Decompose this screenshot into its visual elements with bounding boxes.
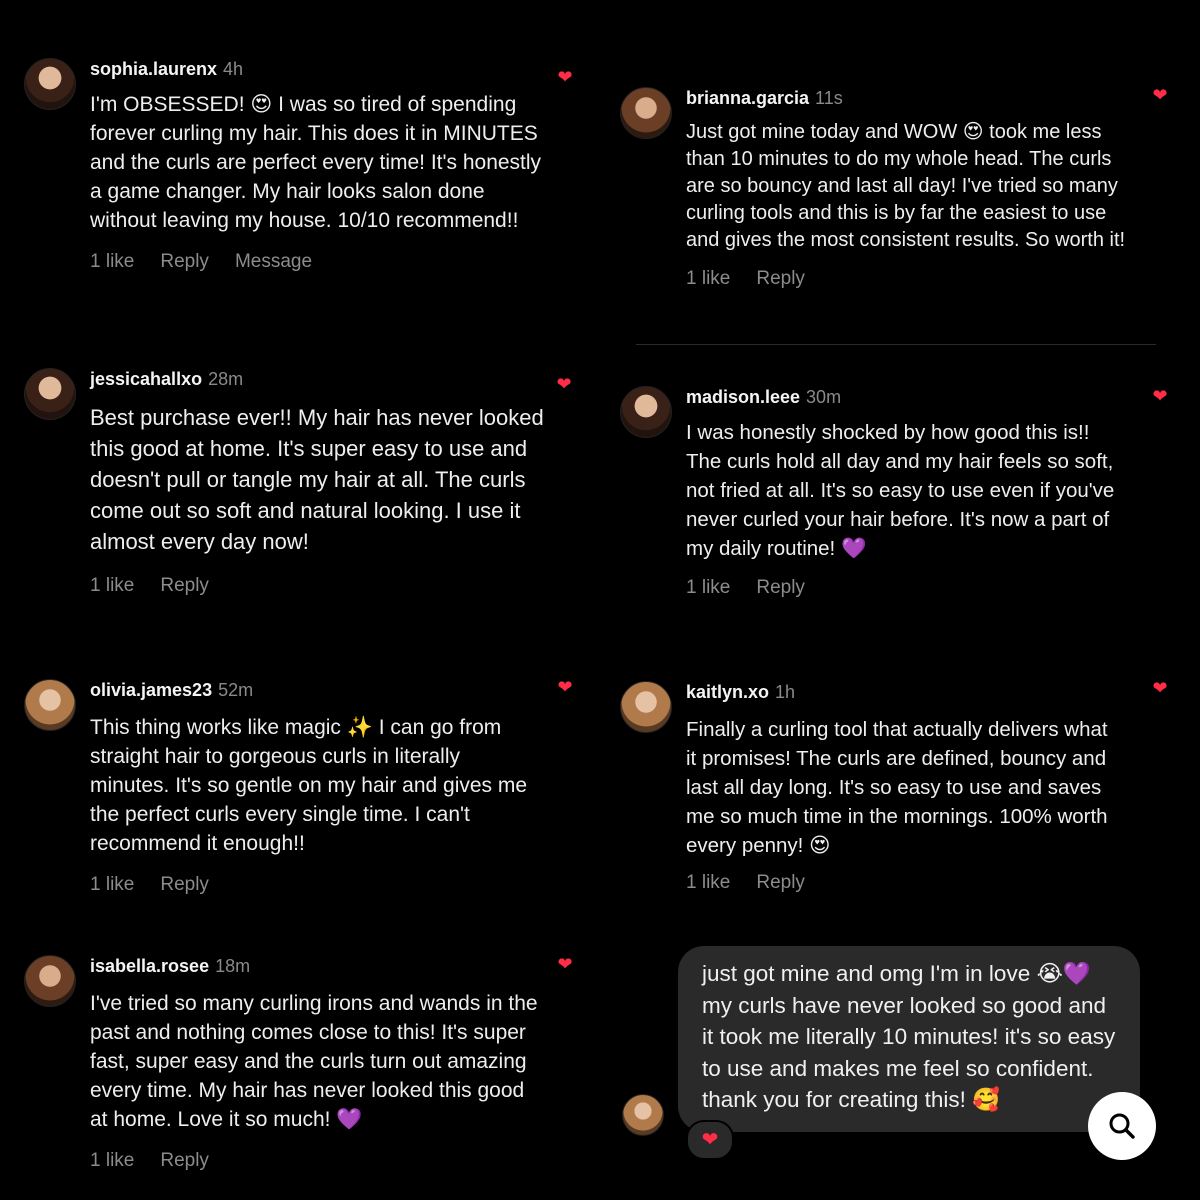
timestamp: 28m bbox=[208, 369, 244, 389]
comment-body: madison.leee 30m I was honestly shocked b… bbox=[686, 386, 1114, 599]
comment-body: jessicahallxo 28m Best purchase ever!! My… bbox=[90, 368, 544, 597]
heart-icon[interactable]: ❤ bbox=[1151, 86, 1169, 104]
username[interactable]: olivia.james23 bbox=[90, 680, 212, 700]
timestamp: 52m bbox=[218, 680, 254, 700]
comment-text: I've tried so many curling irons and wan… bbox=[90, 992, 538, 1131]
timestamp: 30m bbox=[806, 387, 842, 407]
message-line: my curls have never looked so good and bbox=[702, 992, 1106, 1018]
avatar[interactable] bbox=[24, 679, 76, 731]
timestamp: 11s bbox=[815, 88, 843, 108]
reply-button[interactable]: Reply bbox=[160, 251, 209, 272]
heart-reaction-icon[interactable]: ❤ bbox=[686, 1120, 734, 1160]
comment-body: isabella.rosee 18m I've tried so many cur… bbox=[90, 955, 538, 1172]
username[interactable]: sophia.laurenx bbox=[90, 59, 217, 79]
avatar[interactable] bbox=[24, 58, 76, 110]
username[interactable]: madison.leee bbox=[686, 387, 800, 407]
comment-body: sophia.laurenx 4h I'm OBSESSED! 😍 I was s… bbox=[90, 58, 541, 273]
like-count[interactable]: 1 like bbox=[90, 251, 134, 272]
like-count[interactable]: 1 like bbox=[90, 874, 134, 895]
avatar[interactable] bbox=[24, 368, 76, 420]
reply-button[interactable]: Reply bbox=[756, 577, 805, 598]
heart-icon[interactable]: ❤ bbox=[555, 375, 573, 393]
avatar[interactable] bbox=[620, 681, 672, 733]
reply-button[interactable]: Reply bbox=[160, 575, 209, 596]
timestamp: 4h bbox=[223, 59, 244, 79]
username[interactable]: brianna.garcia bbox=[686, 88, 809, 108]
message-line: just got mine and omg I'm in love 😭💜 bbox=[702, 961, 1091, 986]
username[interactable]: jessicahallxo bbox=[90, 369, 202, 389]
sender-avatar[interactable] bbox=[622, 1094, 664, 1136]
message-line: it took me literally 10 minutes! it's so… bbox=[702, 1024, 1116, 1049]
comment-body: olivia.james23 52m This thing works like … bbox=[90, 679, 527, 896]
like-count[interactable]: 1 like bbox=[686, 577, 730, 598]
heart-icon[interactable]: ❤ bbox=[556, 68, 574, 86]
message-button[interactable]: Message bbox=[235, 251, 312, 272]
reply-button[interactable]: Reply bbox=[756, 872, 805, 893]
like-count[interactable]: 1 like bbox=[90, 1150, 134, 1171]
comment-text: Just got mine today and WOW 😍 took me le… bbox=[686, 121, 1126, 251]
heart-icon[interactable]: ❤ bbox=[556, 955, 574, 973]
comment-text: Best purchase ever!! My hair has never l… bbox=[90, 405, 544, 554]
avatar[interactable] bbox=[620, 386, 672, 438]
heart-icon[interactable]: ❤ bbox=[1151, 679, 1169, 697]
avatar[interactable] bbox=[24, 955, 76, 1007]
search-icon bbox=[1109, 1113, 1135, 1139]
heart-icon[interactable]: ❤ bbox=[556, 678, 574, 696]
comment-text: This thing works like magic ✨ I can go f… bbox=[90, 716, 528, 855]
like-count[interactable]: 1 like bbox=[686, 268, 730, 289]
username[interactable]: kaitlyn.xo bbox=[686, 682, 769, 702]
reply-button[interactable]: Reply bbox=[160, 1150, 209, 1171]
message-bubble: just got mine and omg I'm in love 😭💜 my … bbox=[678, 946, 1140, 1132]
timestamp: 1h bbox=[775, 682, 796, 702]
comment-body: brianna.garcia 11s Just got mine today an… bbox=[686, 87, 1125, 290]
divider bbox=[636, 344, 1156, 345]
heart-icon[interactable]: ❤ bbox=[1151, 387, 1169, 405]
reply-button[interactable]: Reply bbox=[756, 268, 805, 289]
comment-body: kaitlyn.xo 1h Finally a curling tool that… bbox=[686, 681, 1108, 894]
comment-text: I'm OBSESSED! 😍 I was so tired of spendi… bbox=[90, 93, 542, 232]
reply-button[interactable]: Reply bbox=[160, 874, 209, 895]
message-line: thank you for creating this! 🥰 bbox=[702, 1087, 1001, 1112]
timestamp: 18m bbox=[215, 956, 251, 976]
message-line: to use and makes me feel so confident. bbox=[702, 1055, 1094, 1081]
username[interactable]: isabella.rosee bbox=[90, 956, 209, 976]
like-count[interactable]: 1 like bbox=[686, 872, 730, 893]
like-count[interactable]: 1 like bbox=[90, 575, 134, 596]
comment-text: I was honestly shocked by how good this … bbox=[686, 421, 1115, 560]
search-button[interactable] bbox=[1088, 1092, 1156, 1160]
comment-text: Finally a curling tool that actually del… bbox=[686, 718, 1108, 857]
avatar[interactable] bbox=[620, 87, 672, 139]
